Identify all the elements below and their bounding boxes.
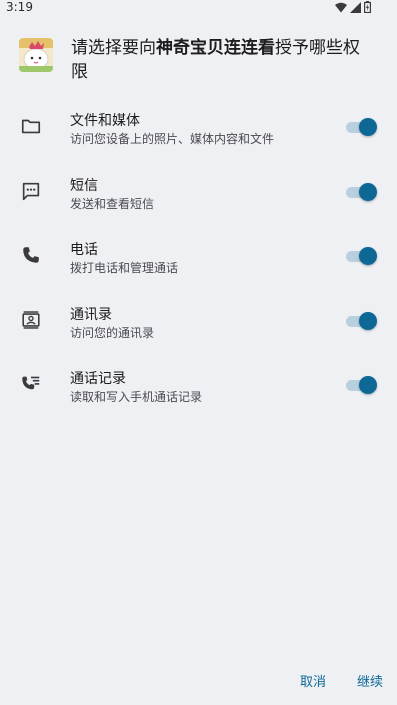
permission-title: 短信 (70, 177, 98, 194)
dialog-buttons: 取消 继续 (0, 671, 397, 693)
permission-description: 访问您设备上的照片、媒体内容和文件 (70, 132, 275, 146)
status-time: 3:19 (6, 0, 33, 14)
permission-row-call-log[interactable]: 通话记录 读取和写入手机通话记录 (0, 353, 397, 418)
permission-toggle-contacts[interactable] (346, 311, 377, 330)
contacts-icon (20, 309, 42, 331)
sms-icon (20, 180, 42, 202)
permission-row-contacts[interactable]: 通讯录 访问您的通讯录 (0, 289, 397, 354)
folder-icon (20, 115, 42, 137)
continue-button[interactable]: 继续 (357, 671, 383, 690)
cancel-button[interactable]: 取消 (300, 671, 326, 690)
permission-toggle-sms[interactable] (346, 182, 377, 201)
permission-toggle-phone[interactable] (346, 247, 377, 265)
permission-toggle-call-log[interactable] (346, 376, 377, 394)
header-title: 请选择要向神奇宝贝连连看授予哪些权限 (71, 36, 376, 84)
permission-list: 文件和媒体 访问您设备上的照片、媒体内容和文件 短信 发送和查看短信 电话 拨打… (0, 95, 397, 418)
permission-row-sms[interactable]: 短信 发送和查看短信 (0, 160, 397, 225)
permission-title: 通讯录 (70, 306, 112, 323)
permission-row-phone[interactable]: 电话 拨打电话和管理通话 (0, 224, 397, 289)
permission-row-files[interactable]: 文件和媒体 访问您设备上的照片、媒体内容和文件 (0, 95, 397, 160)
permission-description: 读取和写入手机通话记录 (70, 390, 203, 404)
phone-icon (20, 244, 42, 266)
permission-title: 文件和媒体 (70, 113, 140, 129)
status-bar: 3:19 (0, 0, 397, 16)
permission-title: 电话 (70, 242, 98, 258)
battery-icon (364, 1, 371, 13)
permission-description: 拨打电话和管理通话 (70, 261, 179, 275)
permission-toggle-files[interactable] (346, 118, 377, 136)
header-prefix: 请选择要向 (71, 38, 156, 58)
status-icons (335, 1, 371, 13)
signal-icon (350, 1, 361, 13)
app-icon (19, 38, 53, 72)
permission-description: 访问您的通讯录 (70, 325, 155, 340)
wifi-icon (335, 2, 347, 12)
permission-header: 请选择要向神奇宝贝连连看授予哪些权限 (19, 36, 379, 86)
header-app-name: 神奇宝贝连连看 (156, 38, 275, 58)
permission-title: 通话记录 (70, 371, 126, 387)
call-log-icon (20, 373, 42, 395)
permission-description: 发送和查看短信 (70, 196, 155, 211)
